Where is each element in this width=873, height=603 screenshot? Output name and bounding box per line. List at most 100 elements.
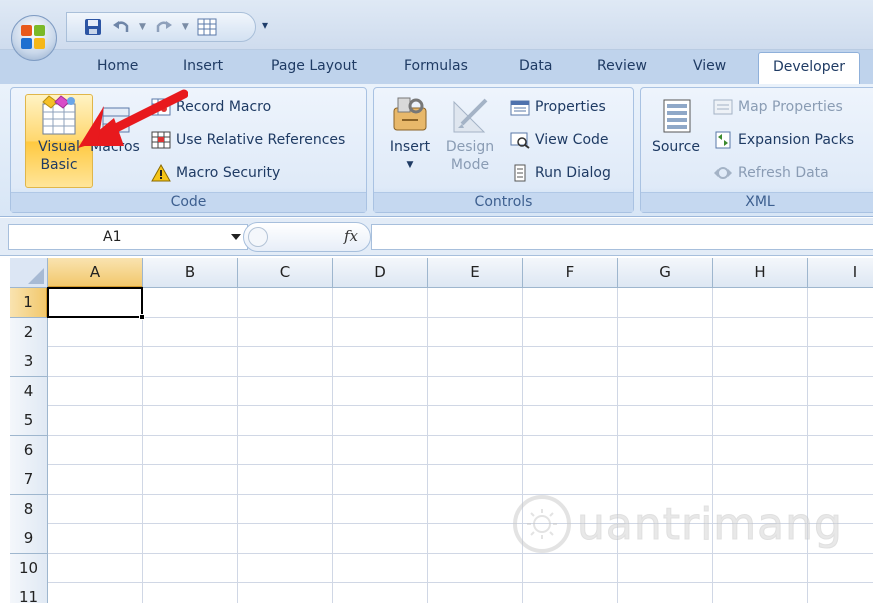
design-mode-button[interactable]: Design Mode (438, 94, 502, 174)
row-header-7[interactable]: 7 (10, 465, 48, 495)
gridline (48, 553, 873, 554)
expand-formula-icon[interactable] (248, 227, 268, 247)
formula-input[interactable] (371, 224, 873, 250)
gridline (712, 288, 713, 603)
row-header-6[interactable]: 6 (10, 436, 48, 466)
row-header-3[interactable]: 3 (10, 347, 48, 377)
run-dialog-button[interactable]: Run Dialog (510, 164, 611, 182)
gridline (522, 288, 523, 603)
office-button[interactable] (11, 15, 57, 61)
column-header-e[interactable]: E (428, 258, 523, 288)
office-logo-icon (21, 25, 47, 51)
watermark-logo-icon (513, 495, 571, 553)
undo-dropdown-icon[interactable]: ▼ (139, 22, 146, 32)
gridline (427, 288, 428, 603)
code-group-label: Code (11, 192, 366, 212)
formula-bar: A1 fx (0, 218, 873, 256)
row-header-1[interactable]: 1 (10, 288, 48, 318)
expansion-packs-button[interactable]: Expansion Packs (713, 131, 854, 149)
tab-view[interactable]: View (693, 58, 726, 74)
row-header-4[interactable]: 4 (10, 377, 48, 407)
properties-label: Properties (535, 99, 606, 115)
column-header-i[interactable]: I (808, 258, 873, 288)
column-header-b[interactable]: B (143, 258, 238, 288)
active-cell-a1[interactable] (47, 287, 143, 318)
controls-group: Insert ▼ Design Mode Properties View Cod… (373, 87, 634, 213)
row-header-10[interactable]: 10 (10, 554, 48, 584)
visual-basic-icon (42, 95, 76, 135)
row-header-11[interactable]: 11 (10, 583, 48, 603)
tab-developer[interactable]: Developer (758, 52, 861, 86)
macro-security-button[interactable]: Macro Security (151, 164, 280, 182)
annotation-arrow-icon (78, 89, 188, 148)
gridline (332, 288, 333, 603)
xml-group-label: XML (641, 192, 873, 212)
column-header-a[interactable]: A (48, 258, 143, 288)
formula-tools: fx (243, 222, 371, 252)
undo-icon[interactable] (111, 17, 131, 37)
select-all-button[interactable] (10, 258, 48, 288)
gridline (807, 288, 808, 603)
tab-home[interactable]: Home (97, 58, 138, 74)
redo-dropdown-icon[interactable]: ▼ (182, 22, 189, 32)
row-header-2[interactable]: 2 (10, 318, 48, 348)
name-box-value: A1 (103, 229, 122, 245)
redo-icon[interactable] (154, 17, 174, 37)
ribbon-tabs: Home Insert Page Layout Formulas Data Re… (0, 50, 873, 86)
gridline (48, 405, 873, 406)
visual-basic-label: Visual (38, 139, 80, 155)
view-code-button[interactable]: View Code (510, 131, 609, 149)
map-properties-button[interactable]: Map Properties (713, 98, 843, 116)
properties-icon (510, 100, 530, 116)
view-code-icon (510, 132, 530, 149)
customize-qat-icon[interactable]: ▾ (262, 18, 268, 32)
gridline (48, 582, 873, 583)
quick-access-toolbar: ▼ ▼ (66, 12, 256, 42)
expansion-packs-label: Expansion Packs (738, 132, 855, 148)
source-button[interactable]: Source (647, 94, 705, 156)
design-mode-icon (453, 98, 488, 133)
map-properties-label: Map Properties (738, 99, 843, 115)
refresh-data-button[interactable]: Refresh Data (713, 164, 829, 182)
title-bar: ▼ ▼ ▾ (0, 0, 873, 50)
record-macro-label: Record Macro (176, 99, 272, 115)
expansion-packs-icon (715, 131, 731, 149)
column-header-h[interactable]: H (713, 258, 808, 288)
tab-formulas[interactable]: Formulas (404, 58, 468, 74)
tab-page-layout[interactable]: Page Layout (271, 58, 357, 74)
fill-handle[interactable] (139, 314, 145, 320)
watermark-text: uantrimang (577, 498, 843, 550)
visual-basic-label-2: Basic (40, 157, 78, 173)
row-header-9[interactable]: 9 (10, 524, 48, 554)
tab-insert[interactable]: Insert (183, 58, 223, 74)
name-box-dropdown-icon[interactable] (231, 234, 241, 240)
insert-function-button[interactable]: fx (344, 227, 358, 245)
watermark: uantrimang (513, 495, 843, 553)
gridline (48, 346, 873, 347)
column-header-f[interactable]: F (523, 258, 618, 288)
tab-review[interactable]: Review (597, 58, 647, 74)
insert-dropdown-icon: ▼ (406, 160, 414, 170)
row-header-5[interactable]: 5 (10, 406, 48, 436)
column-header-g[interactable]: G (618, 258, 713, 288)
gridline (48, 376, 873, 377)
refresh-data-label: Refresh Data (738, 165, 829, 181)
column-header-d[interactable]: D (333, 258, 428, 288)
use-relative-references-label: Use Relative References (176, 132, 346, 148)
save-icon[interactable] (83, 17, 103, 37)
properties-button[interactable]: Properties (510, 98, 606, 116)
controls-group-label: Controls (374, 192, 633, 212)
run-dialog-label: Run Dialog (535, 165, 611, 181)
column-header-c[interactable]: C (238, 258, 333, 288)
insert-control-button[interactable]: Insert ▼ (384, 94, 436, 174)
row-header-8[interactable]: 8 (10, 495, 48, 525)
xml-group: Source Map Properties Expansion Packs Re… (640, 87, 873, 213)
gridline (142, 288, 143, 603)
tab-data[interactable]: Data (519, 58, 552, 74)
table-icon[interactable] (197, 17, 217, 37)
warning-icon (151, 164, 171, 182)
design-mode-label-2: Mode (450, 157, 490, 173)
name-box[interactable]: A1 (8, 224, 248, 250)
toolbox-icon (393, 97, 427, 131)
insert-control-label: Insert (389, 139, 431, 155)
